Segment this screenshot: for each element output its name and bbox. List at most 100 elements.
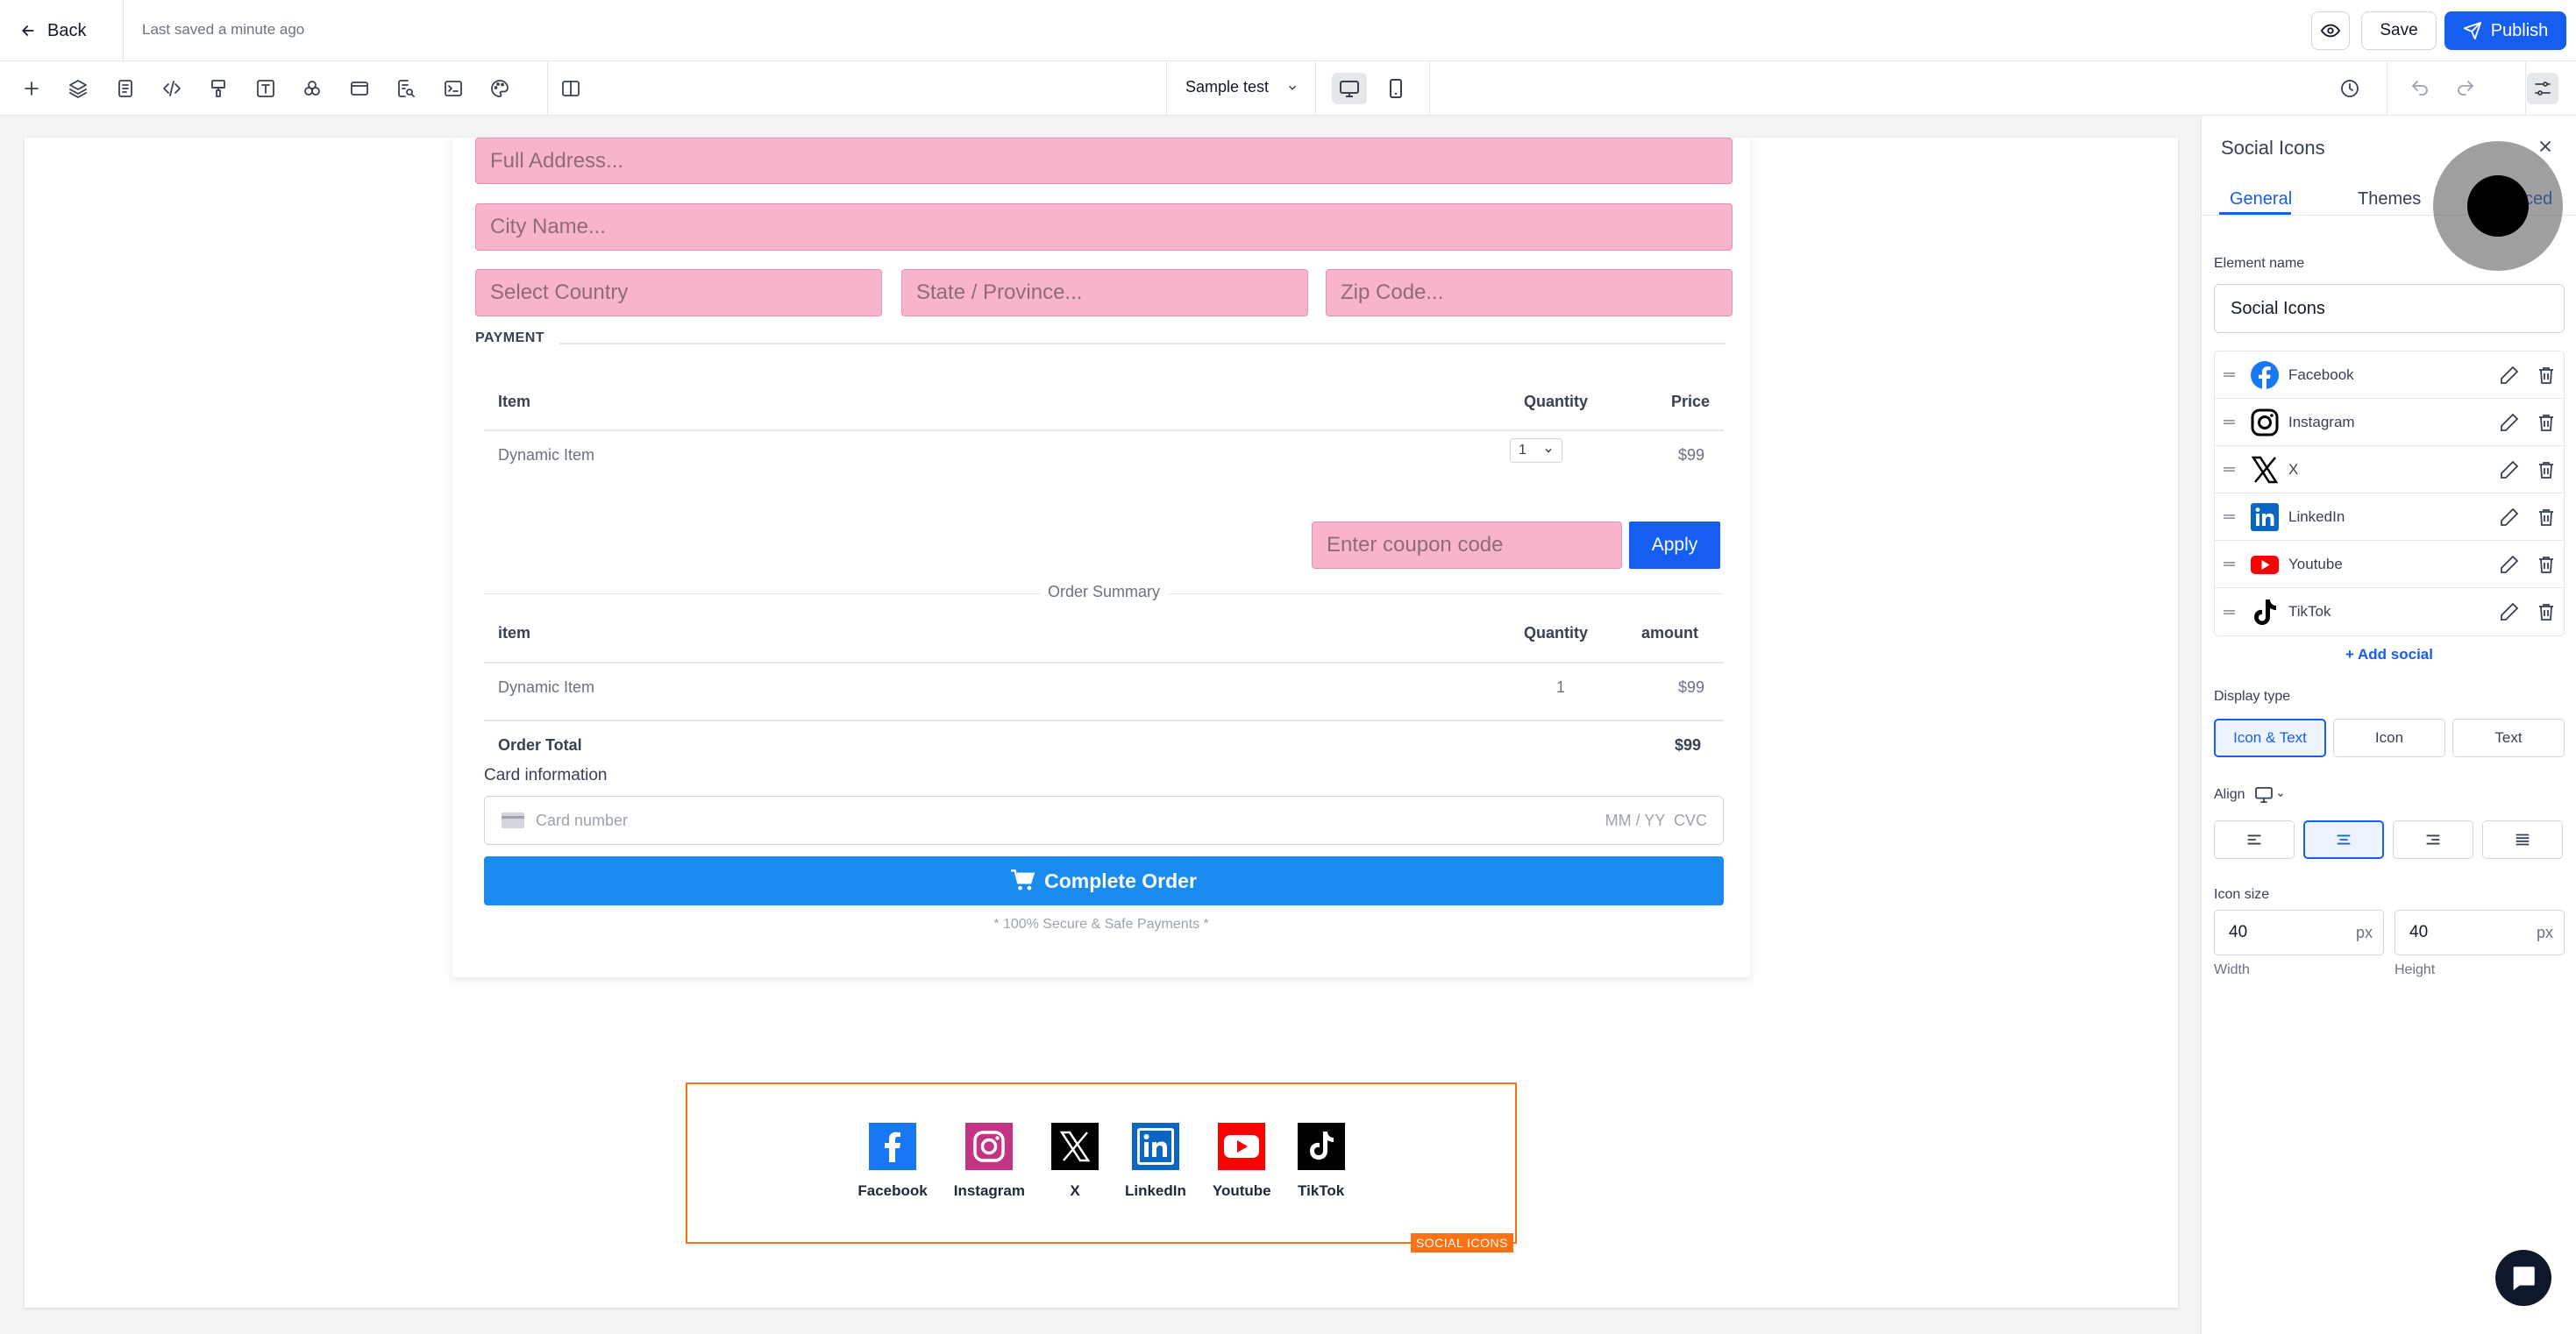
trash-icon[interactable] xyxy=(2536,365,2557,386)
display-option-icon-text[interactable]: Icon & Text xyxy=(2214,719,2326,757)
align-justify-button[interactable] xyxy=(2482,820,2563,859)
card-expiry-cvc-placeholder: MM / YY CVC xyxy=(1605,811,1707,829)
trash-icon[interactable] xyxy=(2536,459,2557,480)
social-name: LinkedIn xyxy=(2288,507,2345,525)
tab-themes[interactable]: Themes xyxy=(2358,189,2421,209)
palette-icon[interactable] xyxy=(484,73,516,104)
list-item[interactable]: ═ X xyxy=(2215,446,2564,493)
drag-handle-icon[interactable]: ═ xyxy=(2224,460,2241,479)
trash-icon[interactable] xyxy=(2536,412,2557,433)
save-button[interactable]: Save xyxy=(2361,11,2437,50)
trash-icon[interactable] xyxy=(2536,601,2557,622)
card-information-label: Card information xyxy=(484,766,608,784)
pencil-icon[interactable] xyxy=(2499,459,2520,480)
complete-order-button[interactable]: Complete Order xyxy=(484,856,1724,905)
plus-icon[interactable] xyxy=(16,73,47,104)
summary-item-quantity: 1 xyxy=(1556,678,1566,696)
zip-input[interactable]: Zip Code... xyxy=(1326,269,1733,316)
pencil-icon[interactable] xyxy=(2499,554,2520,575)
history-icon[interactable] xyxy=(2334,73,2366,104)
list-item[interactable]: ═ Youtube xyxy=(2215,541,2564,588)
coupon-input[interactable]: Enter coupon code xyxy=(1312,522,1622,569)
page-selector[interactable]: Sample test xyxy=(1185,78,1299,96)
text-icon[interactable] xyxy=(250,73,281,104)
drag-handle-icon[interactable]: ═ xyxy=(2224,507,2241,526)
social-item-tiktok[interactable]: TikTok xyxy=(1297,1123,1345,1200)
display-option-icon[interactable]: Icon xyxy=(2333,719,2445,757)
editor-canvas: Full Address... City Name... Select Coun… xyxy=(25,138,2178,1308)
editor-toolbar: Sample test xyxy=(0,61,2576,116)
pencil-icon[interactable] xyxy=(2499,601,2520,622)
monitor-icon[interactable] xyxy=(2254,787,2285,803)
align-left-button[interactable] xyxy=(2214,820,2295,859)
country-select[interactable]: Select Country xyxy=(475,269,882,316)
redo-icon[interactable] xyxy=(2450,73,2481,104)
trash-icon[interactable] xyxy=(2536,554,2557,575)
unit-label: px xyxy=(2536,923,2553,941)
social-icons-element[interactable]: Facebook Instagram X LinkedIn Youtube Ti… xyxy=(686,1082,1517,1252)
publish-button[interactable]: Publish xyxy=(2444,11,2566,50)
page-icon[interactable] xyxy=(110,73,141,104)
drag-handle-icon[interactable]: ═ xyxy=(2224,603,2241,621)
align-right-button[interactable] xyxy=(2393,820,2473,859)
align-center-icon xyxy=(2337,834,2351,845)
summary-header-item: item xyxy=(498,624,531,642)
social-item-youtube[interactable]: Youtube xyxy=(1213,1123,1271,1200)
divider xyxy=(123,0,124,61)
apply-coupon-button[interactable]: Apply xyxy=(1629,522,1720,569)
social-item-x[interactable]: X xyxy=(1050,1123,1099,1200)
chat-button[interactable] xyxy=(2495,1250,2551,1306)
social-name: TikTok xyxy=(2288,603,2331,620)
state-input[interactable]: State / Province... xyxy=(901,269,1308,316)
items-header-quantity: Quantity xyxy=(1524,393,1589,410)
pencil-icon[interactable] xyxy=(2499,365,2520,386)
linkedin-icon xyxy=(2250,502,2280,532)
order-total-label: Order Total xyxy=(498,736,582,754)
social-item-instagram[interactable]: Instagram xyxy=(954,1123,1025,1200)
icon-height-input[interactable]: 40 px xyxy=(2395,910,2565,955)
address-input[interactable]: Full Address... xyxy=(475,138,1733,184)
divider xyxy=(1315,61,1316,116)
align-row: Align xyxy=(2214,787,2285,803)
social-item-facebook[interactable]: Facebook xyxy=(857,1123,928,1200)
settings-sliders-icon[interactable] xyxy=(2527,73,2558,104)
quantity-value: 1 xyxy=(1519,443,1526,458)
split-view-icon[interactable] xyxy=(555,73,587,104)
desktop-view-button[interactable] xyxy=(1332,73,1367,104)
card-number-input[interactable]: Card number MM / YY CVC xyxy=(484,796,1724,845)
width-label: Width xyxy=(2214,962,2250,977)
layers-icon[interactable] xyxy=(62,73,94,104)
trash-icon[interactable] xyxy=(2536,507,2557,528)
align-center-button[interactable] xyxy=(2303,820,2384,859)
terminal-icon[interactable] xyxy=(438,73,469,104)
social-item-linkedin[interactable]: LinkedIn xyxy=(1125,1123,1186,1200)
pencil-icon[interactable] xyxy=(2499,412,2520,433)
list-item[interactable]: ═ TikTok xyxy=(2215,588,2564,635)
drag-handle-icon[interactable]: ═ xyxy=(2224,555,2241,573)
display-option-text[interactable]: Text xyxy=(2452,719,2565,757)
shapes-icon[interactable] xyxy=(296,73,328,104)
back-button[interactable]: Back xyxy=(19,18,86,44)
mobile-view-button[interactable] xyxy=(1378,73,1413,104)
summary-item-amount: $99 xyxy=(1678,678,1705,696)
social-icons-row: Facebook Instagram X LinkedIn Youtube Ti… xyxy=(687,1123,1515,1200)
list-item[interactable]: ═ Instagram xyxy=(2215,399,2564,446)
tab-general[interactable]: General xyxy=(2230,189,2292,209)
preview-button[interactable] xyxy=(2311,11,2350,50)
pencil-icon[interactable] xyxy=(2499,507,2520,528)
list-item[interactable]: ═ LinkedIn xyxy=(2215,493,2564,541)
city-input[interactable]: City Name... xyxy=(475,203,1733,251)
drag-handle-icon[interactable]: ═ xyxy=(2224,365,2241,384)
undo-icon[interactable] xyxy=(2404,73,2436,104)
search-page-icon[interactable] xyxy=(390,73,422,104)
arrow-left-icon xyxy=(21,25,34,36)
element-name-input[interactable]: Social Icons xyxy=(2214,284,2565,333)
list-item[interactable]: ═ Facebook xyxy=(2215,351,2564,399)
quantity-select[interactable]: 1 xyxy=(1510,438,1562,463)
paint-icon[interactable] xyxy=(203,73,234,104)
layout-icon[interactable] xyxy=(344,73,375,104)
drag-handle-icon[interactable]: ═ xyxy=(2224,413,2241,431)
add-social-button[interactable]: + Add social xyxy=(2202,646,2576,663)
icon-width-input[interactable]: 40 px xyxy=(2214,910,2384,955)
code-icon[interactable] xyxy=(156,73,188,104)
